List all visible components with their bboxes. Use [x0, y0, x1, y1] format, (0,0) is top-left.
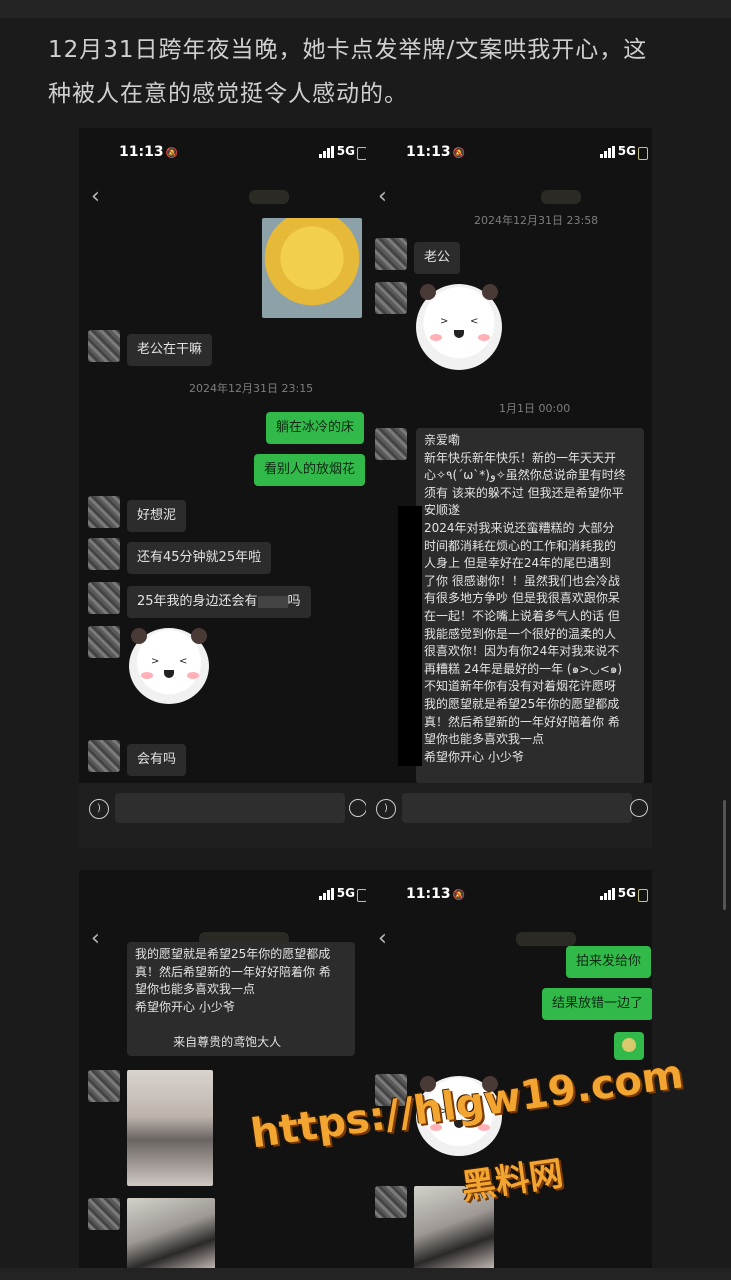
signal-icon: [600, 888, 618, 900]
message-bubble[interactable]: 老公: [414, 242, 461, 274]
voice-icon[interactable]: ): [89, 799, 109, 819]
message-bubble[interactable]: 还有45分钟就25年啦: [127, 542, 272, 574]
avatar[interactable]: [88, 740, 120, 772]
message-bubble[interactable]: 25年我的身边还会有吗: [127, 586, 311, 618]
avatar[interactable]: [88, 496, 120, 528]
avatar[interactable]: [375, 428, 407, 460]
panda-sticker[interactable]: > <: [416, 284, 502, 370]
status-time: 11:13 🔕: [406, 144, 466, 160]
photo-message[interactable]: [127, 1070, 213, 1186]
emoji-icon[interactable]: [630, 799, 648, 817]
bottom-divider: [0, 1268, 731, 1280]
chat-input-bar: ): [79, 783, 371, 848]
status-bar: 11:13 🔕 5G: [366, 870, 652, 922]
message-bubble[interactable]: 好想泥: [127, 500, 187, 532]
scrollbar-thumb[interactable]: [723, 800, 726, 910]
back-chevron-icon[interactable]: ‹: [378, 184, 387, 209]
blurred-contact-name: [249, 190, 289, 204]
avatar[interactable]: [88, 582, 120, 614]
avatar[interactable]: [88, 626, 120, 658]
chat-timestamp: 1月1日 00:00: [499, 402, 571, 415]
battery-icon: [638, 147, 648, 160]
mute-bell-icon: 🔕: [452, 890, 466, 901]
redaction-bar: [398, 506, 422, 766]
yellow-plush-photo[interactable]: [262, 218, 362, 318]
photo-message[interactable]: [127, 1198, 215, 1270]
message-bubble[interactable]: 结果放错一边了: [542, 988, 652, 1020]
panda-sticker[interactable]: > <: [129, 628, 209, 704]
back-chevron-icon[interactable]: ‹: [91, 184, 100, 209]
status-bar: 11:13 🔕 5G: [366, 128, 652, 180]
message-bubble[interactable]: 躺在冰冷的床: [266, 412, 365, 444]
network-label: 5G: [617, 886, 636, 900]
avatar[interactable]: [375, 1186, 407, 1218]
network-label: 5G: [617, 144, 636, 158]
coin-icon: [622, 1038, 636, 1052]
post-caption: 12月31日跨年夜当晚，她卡点发举牌/文案哄我开心，这 种被人在意的感觉挺令人感…: [48, 28, 698, 116]
back-chevron-icon[interactable]: ‹: [378, 926, 387, 951]
long-message-bubble[interactable]: 亲爱嘞 新年快乐新年快乐！新的一年天天开 心✧٩(ˊωˋ*)و✧虽然你总说命里有…: [416, 428, 644, 784]
signal-icon: [600, 146, 618, 158]
voice-icon[interactable]: ): [376, 799, 396, 819]
top-divider: [0, 0, 731, 18]
coin-emoji-message[interactable]: [614, 1032, 644, 1060]
avatar[interactable]: [88, 330, 120, 362]
status-time: 11:13 🔕: [406, 886, 466, 902]
blurred-contact-name: [541, 190, 581, 204]
avatar[interactable]: [375, 238, 407, 270]
chat-input-bar: ): [366, 783, 652, 848]
mute-bell-icon: 🔕: [452, 148, 466, 159]
avatar[interactable]: [88, 538, 120, 570]
back-chevron-icon[interactable]: ‹: [91, 926, 100, 951]
status-bar: 11:13 🔕 5G: [79, 128, 371, 180]
caption-line-1: 12月31日跨年夜当晚，她卡点发举牌/文案哄我开心，这: [48, 37, 648, 63]
chat-timestamp: 2024年12月31日 23:58: [474, 214, 599, 227]
battery-icon: [638, 889, 648, 902]
avatar[interactable]: [88, 1070, 120, 1102]
chat-screenshot-1: 11:13 🔕 5G ‹ 老公在干嘛 2024年12月31日 23:15 躺在冰冷…: [79, 128, 371, 848]
status-bar: 5G: [79, 870, 371, 922]
long-message-bubble[interactable]: 我的愿望就是希望25年你的愿望都成 真！然后希望新的一年好好陪着你 希 望你也能…: [127, 942, 355, 1056]
mute-bell-icon: 🔕: [165, 148, 179, 159]
blurred-contact-name: [516, 932, 576, 946]
message-bubble[interactable]: 看别人的放烟花: [254, 454, 366, 486]
status-time: 11:13 🔕: [119, 144, 179, 160]
message-bubble[interactable]: 会有吗: [127, 744, 187, 776]
caption-line-2: 种被人在意的感觉挺令人感动的。: [48, 81, 408, 107]
message-bubble[interactable]: 老公在干嘛: [127, 334, 213, 366]
message-bubble[interactable]: 拍来发给你: [566, 946, 652, 978]
avatar[interactable]: [375, 282, 407, 314]
censor-block: [257, 595, 288, 608]
signal-icon: [319, 146, 337, 158]
chat-screenshot-3: 5G ‹ 我的愿望就是希望25年你的愿望都成 真！然后希望新的一年好好陪着你 希…: [79, 870, 371, 1270]
message-input[interactable]: [402, 793, 632, 823]
message-input[interactable]: [115, 793, 345, 823]
chat-navbar: ‹: [79, 180, 371, 220]
signal-icon: [319, 888, 337, 900]
emoji-icon[interactable]: [349, 799, 367, 817]
network-label: 5G: [336, 144, 355, 158]
avatar[interactable]: [88, 1198, 120, 1230]
network-label: 5G: [336, 886, 355, 900]
chat-timestamp: 2024年12月31日 23:15: [189, 382, 314, 395]
